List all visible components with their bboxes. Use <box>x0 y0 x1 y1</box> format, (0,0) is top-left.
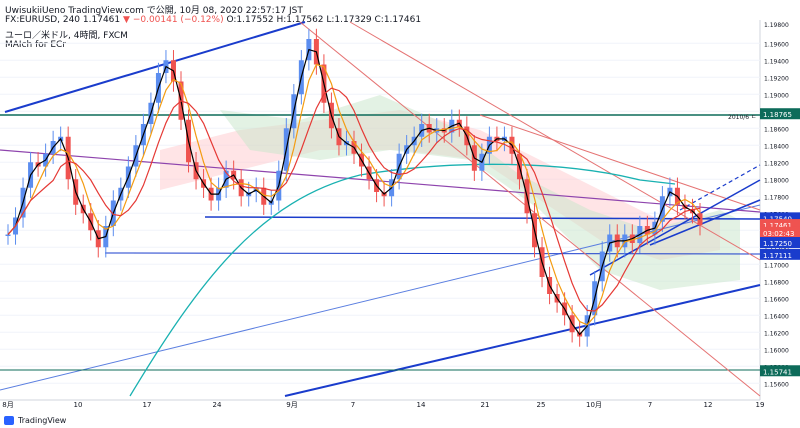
annotation-top-price: 1.19800 <box>764 22 789 29</box>
y-tick-label: 1.18200 <box>764 160 789 167</box>
y-tick-label: 1.18600 <box>764 126 789 133</box>
y-tick-label: 1.17000 <box>764 262 789 269</box>
y-tick-label: 1.16000 <box>764 347 789 354</box>
lower-channel-line <box>284 284 761 397</box>
y-tick-label: 1.16800 <box>764 279 789 286</box>
tradingview-logo: TradingView <box>4 416 66 425</box>
price-label: 03:02:43 <box>763 230 794 238</box>
y-tick-label: 1.16200 <box>764 330 789 337</box>
price-label: 1.17250 <box>763 240 792 248</box>
x-tick-label: 25 <box>537 401 546 409</box>
y-tick-label: 1.16600 <box>764 296 789 303</box>
y-tick-label: 1.17800 <box>764 194 789 201</box>
x-tick-label: 7 <box>648 401 652 409</box>
y-tick-label: 1.18000 <box>764 177 789 184</box>
x-tick-label: 17 <box>143 401 152 409</box>
y-tick-label: 1.15600 <box>764 381 789 388</box>
x-tick-label: 19 <box>756 401 765 409</box>
x-tick-label: 7 <box>351 401 355 409</box>
candle-body <box>5 234 11 236</box>
price-label: 1.15741 <box>763 368 792 376</box>
x-tick-label: 9月 <box>286 401 297 409</box>
y-tick-label: 1.18400 <box>764 143 789 150</box>
y-tick-label: 1.19400 <box>764 58 789 65</box>
price-chart[interactable]: 1.196001.194001.192001.190001.188001.186… <box>0 0 800 428</box>
annotation-label: 2010/6 ㄷ <box>728 114 757 121</box>
x-tick-label: 8月 <box>2 401 13 409</box>
price-label: 1.17111 <box>763 252 792 260</box>
y-tick-label: 1.19000 <box>764 92 789 99</box>
brand-label: TradingView <box>18 416 67 425</box>
y-tick-label: 1.16400 <box>764 313 789 320</box>
x-tick-label: 12 <box>704 401 713 409</box>
y-tick-label: 1.19600 <box>764 41 789 48</box>
x-tick-label: 14 <box>417 401 426 409</box>
x-tick-label: 10月 <box>586 401 602 409</box>
x-tick-label: 10 <box>74 401 83 409</box>
x-tick-label: 21 <box>481 401 490 409</box>
tradingview-icon <box>4 416 14 425</box>
x-tick-label: 24 <box>213 401 222 409</box>
y-tick-label: 1.19200 <box>764 75 789 82</box>
price-label: 1.18765 <box>763 111 792 119</box>
